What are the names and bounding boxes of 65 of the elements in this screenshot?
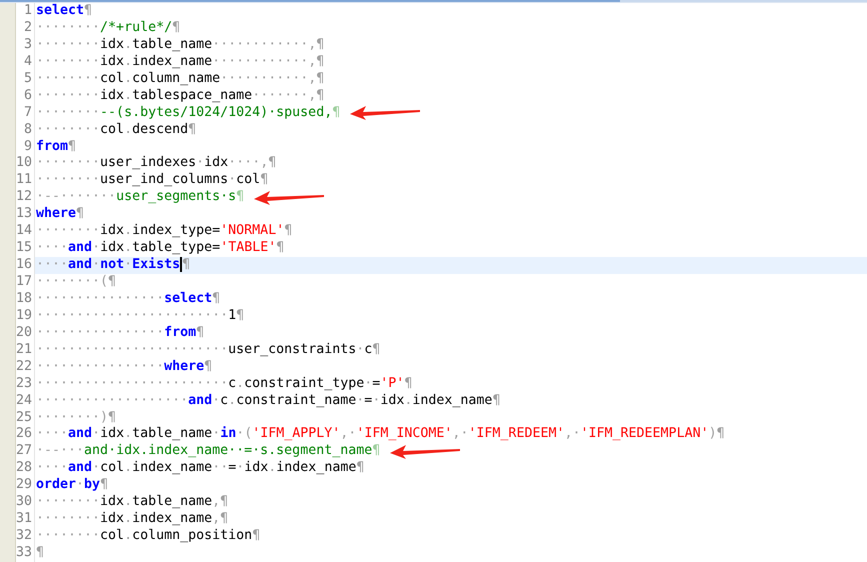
code-line: order·by¶	[36, 477, 108, 494]
line-number: 19	[16, 308, 35, 325]
code-line: ········idx.table_name,¶	[36, 494, 228, 512]
code-line: ·--···and·idx.index_name··=·s.segment_name¶	[36, 443, 380, 460]
code-line: ···················and·c.constraint_name·=·idx.index_name¶	[36, 392, 500, 410]
line-number: 32	[16, 528, 35, 545]
line-number: 15	[16, 240, 35, 258]
line-number: 29	[16, 477, 35, 494]
line-number: 24	[16, 392, 35, 410]
line-number: 26	[16, 426, 35, 444]
line-number: 8	[16, 122, 35, 138]
code-line: ························user_constraints·c¶	[36, 342, 380, 359]
code-line: ········user_indexes·idx····,¶	[36, 155, 276, 172]
code-line: ····and·not·Exists¶	[36, 256, 190, 274]
line-number: 13	[16, 206, 35, 224]
line-number: 11	[16, 172, 35, 190]
line-number: 20	[16, 324, 35, 342]
code-line: ········(¶	[36, 274, 116, 291]
code-line: ········idx.tablespace_name·······,¶	[36, 88, 324, 105]
line-number: 7	[16, 104, 35, 122]
code-line: ········idx.index_type='NORMAL'¶	[36, 223, 292, 240]
line-number: 2	[16, 20, 35, 37]
code-line: where¶	[36, 206, 84, 224]
code-line: ¶	[36, 545, 44, 562]
code-line: ····and·idx.table_type='TABLE'¶	[36, 240, 284, 257]
code-line: ························1¶	[36, 308, 244, 325]
line-number: 12	[16, 189, 35, 206]
line-number: 5	[16, 70, 35, 88]
code-line: ················select¶	[36, 290, 220, 308]
line-number: 23	[16, 376, 35, 393]
code-line: ········idx.index_name,¶	[36, 511, 228, 528]
line-number: 10	[16, 155, 35, 172]
code-line: ········col.descend¶	[36, 122, 196, 139]
line-number: 6	[16, 88, 35, 105]
line-number: 18	[16, 290, 35, 308]
code-line: ····and·idx.table_name·in·('IFM_APPLY',·'IFM_INCOME',·'IFM_REDEEM',·'IFM_REDEEMPLAN')¶	[36, 426, 725, 444]
line-number: 17	[16, 274, 35, 291]
line-number: 3	[16, 36, 35, 54]
line-number: 9	[16, 138, 35, 156]
code-line: ····and·col.index_name··=·idx.index_name¶	[36, 460, 364, 478]
code-line: ········idx.index_name············,¶	[36, 54, 324, 71]
code-line: ········col.column_name···········,¶	[36, 70, 324, 88]
code-line: select¶	[36, 3, 92, 20]
code-line: ················where¶	[36, 358, 212, 376]
code-line: ························c.constraint_type·='P'¶	[36, 376, 412, 393]
code-line: ········)¶	[36, 410, 116, 426]
line-number: 25	[16, 410, 35, 426]
line-number: 31	[16, 511, 35, 528]
line-number: 27	[16, 443, 35, 460]
code-line: ················from¶	[36, 324, 204, 342]
line-number: 30	[16, 494, 35, 512]
line-number: 1	[16, 3, 35, 20]
code-line: from¶	[36, 138, 76, 156]
line-number: 22	[16, 358, 35, 376]
code-line: ········/*+rule*/¶	[36, 20, 180, 37]
line-number: 21	[16, 342, 35, 359]
line-number: 28	[16, 460, 35, 478]
code-line: ·--·······user_segments·s¶	[36, 189, 244, 206]
line-number: 14	[16, 223, 35, 240]
code-line: ········--(s.bytes/1024/1024)·spused,¶	[36, 104, 340, 122]
code-line: ········user_ind_columns·col¶	[36, 172, 268, 190]
line-number: 4	[16, 54, 35, 71]
code-line: ········idx.table_name············,¶	[36, 36, 324, 54]
code-line: ········col.column_position¶	[36, 528, 260, 546]
line-number: 33	[16, 545, 35, 562]
